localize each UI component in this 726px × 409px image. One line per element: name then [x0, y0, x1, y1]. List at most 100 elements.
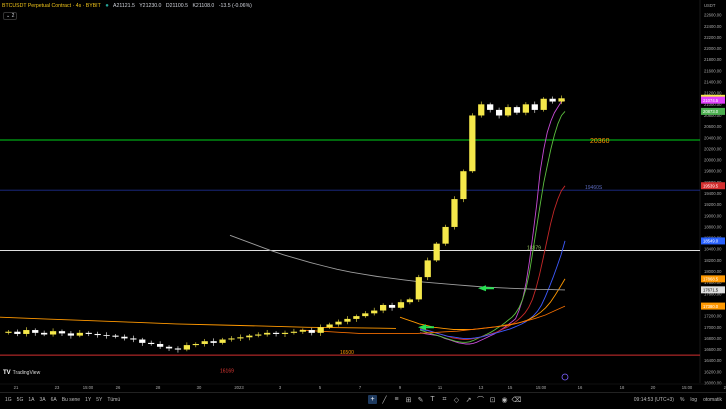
timezone-clock[interactable]: 09:14:53 (UTC+3)	[634, 397, 674, 403]
forecast-icon[interactable]: ↗	[464, 395, 473, 404]
eye-icon[interactable]: ◉	[500, 395, 509, 404]
candle-body[interactable]	[174, 348, 182, 350]
candle-body[interactable]	[353, 316, 360, 319]
candle-body[interactable]	[380, 304, 387, 311]
candle-body[interactable]	[460, 171, 467, 200]
candle-body[interactable]	[406, 299, 414, 303]
candle-body[interactable]	[549, 98, 556, 102]
range-button-3[interactable]: 3A	[39, 397, 45, 403]
candle-body[interactable]	[326, 324, 333, 328]
candle-body[interactable]	[478, 104, 485, 116]
y-tick-label-17: 19400.00	[704, 191, 722, 196]
candle-body[interactable]	[281, 332, 289, 334]
indicators-toggle[interactable]: ⌄ 2	[3, 12, 18, 20]
candle-body[interactable]	[388, 304, 396, 308]
candle-body[interactable]	[219, 339, 226, 343]
candle-body[interactable]	[85, 332, 92, 334]
candle-body[interactable]	[139, 339, 146, 343]
candle-body[interactable]	[335, 321, 342, 325]
range-button-7[interactable]: 5Y	[96, 397, 102, 403]
candle-body[interactable]	[41, 332, 48, 335]
candle-body[interactable]	[522, 104, 529, 113]
percent-toggle[interactable]: %	[680, 397, 684, 403]
candle-body[interactable]	[469, 115, 476, 172]
candle-body[interactable]	[49, 331, 57, 335]
logo-text: TradingView	[12, 370, 41, 376]
text-icon[interactable]: T	[428, 395, 437, 404]
candle-body[interactable]	[130, 338, 137, 340]
candle-body[interactable]	[228, 338, 235, 340]
candle-body[interactable]	[112, 335, 119, 337]
fib-icon[interactable]: ≡	[392, 395, 401, 404]
candle-body[interactable]	[192, 343, 199, 346]
candle-body[interactable]	[103, 335, 110, 336]
auto-toggle[interactable]: otomatik	[703, 397, 722, 403]
candle-body[interactable]	[540, 98, 547, 110]
trendline-icon[interactable]: ╱	[380, 395, 389, 404]
chart-settings-icon[interactable]	[561, 373, 569, 381]
range-button-2[interactable]: 1A	[28, 397, 34, 403]
candle-body[interactable]	[23, 330, 30, 334]
candle-body[interactable]	[371, 310, 378, 314]
log-toggle[interactable]: log	[690, 397, 697, 403]
measure-icon[interactable]: ⌗	[440, 395, 449, 404]
range-button-8[interactable]: Tümü	[107, 397, 120, 403]
crosshair-icon[interactable]: +	[368, 395, 377, 404]
candle-body[interactable]	[67, 333, 75, 336]
pattern-icon[interactable]: ⊞	[404, 395, 413, 404]
range-button-5[interactable]: Bu sene	[62, 397, 80, 403]
candle-body[interactable]	[362, 313, 369, 317]
candle-body[interactable]	[183, 345, 190, 350]
candle-body[interactable]	[246, 335, 253, 338]
candle-body[interactable]	[299, 330, 306, 332]
candle-body[interactable]	[121, 336, 128, 339]
candle-body[interactable]	[156, 343, 164, 347]
candle-body[interactable]	[451, 199, 458, 227]
candle-body[interactable]	[255, 334, 262, 336]
candle-body[interactable]	[317, 327, 324, 333]
candle-body[interactable]	[504, 107, 512, 116]
candle-body[interactable]	[495, 109, 503, 116]
magnet-icon[interactable]: ⌒	[476, 395, 485, 404]
lock-icon[interactable]: ⊡	[488, 395, 497, 404]
candle-body[interactable]	[210, 341, 217, 343]
level-label-1: 19460S	[585, 185, 603, 191]
candle-body[interactable]	[165, 346, 173, 349]
candle-body[interactable]	[308, 330, 315, 333]
candle-body[interactable]	[272, 332, 280, 334]
candle-body[interactable]	[201, 341, 208, 344]
candle-body[interactable]	[76, 332, 83, 336]
shapes-icon[interactable]: ◇	[452, 395, 461, 404]
x-tick-label-8: 5	[319, 385, 322, 390]
brush-icon[interactable]: ✎	[416, 395, 425, 404]
candle-body[interactable]	[290, 331, 298, 333]
y-tick-label-16: 19200.00	[704, 202, 722, 207]
candle-body[interactable]	[487, 104, 494, 110]
candle-body[interactable]	[237, 337, 244, 339]
candle-body[interactable]	[433, 243, 440, 261]
price-chart[interactable]: 16000.00 16200.00 16400.00 16600.00 16800.00…	[0, 0, 726, 392]
ohlc-close: K21108.0	[192, 3, 215, 9]
candle-body[interactable]	[531, 104, 538, 110]
trash-icon[interactable]: ⌫	[512, 395, 522, 404]
candle-body[interactable]	[58, 331, 66, 334]
range-button-1[interactable]: 5G	[17, 397, 24, 403]
range-button-4[interactable]: 6A	[51, 397, 57, 403]
candle-body[interactable]	[442, 226, 449, 244]
candle-body[interactable]	[415, 277, 422, 300]
candle-body[interactable]	[424, 260, 431, 278]
candle-body[interactable]	[558, 98, 565, 102]
candle-body[interactable]	[32, 330, 39, 333]
symbol-title[interactable]: BTCUSDT Perpetual Contract · 4s · BYBIT	[2, 3, 101, 9]
candle-body[interactable]	[14, 331, 21, 334]
range-button-6[interactable]: 1Y	[85, 397, 91, 403]
y-tick-label-0: 16000.00	[704, 381, 722, 386]
candle-body[interactable]	[264, 332, 271, 335]
candle-body[interactable]	[513, 107, 521, 113]
range-button-0[interactable]: 1G	[5, 397, 12, 403]
candle-body[interactable]	[344, 318, 351, 322]
candle-body[interactable]	[94, 333, 101, 336]
candle-body[interactable]	[5, 331, 12, 333]
candle-body[interactable]	[148, 342, 155, 344]
candle-body[interactable]	[397, 302, 405, 308]
